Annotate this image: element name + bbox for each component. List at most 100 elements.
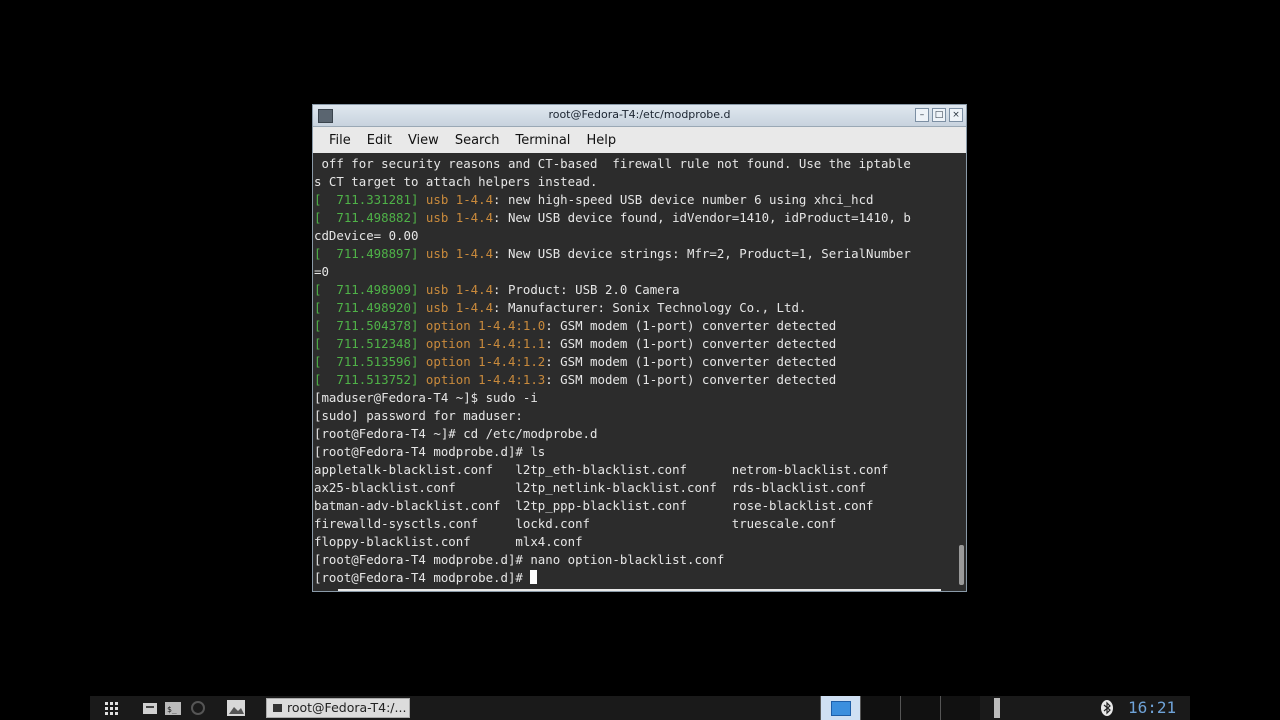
svg-text:$_: $_ bbox=[167, 705, 177, 714]
terminal-line: [ 711.513752] option 1-4.4:1.3: GSM mode… bbox=[314, 371, 954, 389]
terminal-text: [ 711.504378] bbox=[314, 318, 426, 333]
terminal-text: firewalld-sysctls.conf lockd.conf truesc… bbox=[314, 516, 837, 531]
menu-terminal[interactable]: Terminal bbox=[507, 133, 578, 148]
terminal-text: usb 1-4.4 bbox=[425, 210, 494, 225]
terminal-text: [ 711.331281] bbox=[314, 192, 426, 207]
terminal-text: [ 711.498920] bbox=[314, 300, 426, 315]
terminal-text: option 1-4.4:1.0 bbox=[425, 318, 546, 333]
terminal-text: [root@Fedora-T4 modprobe.d]# ls bbox=[314, 444, 546, 459]
menu-view[interactable]: View bbox=[400, 133, 447, 148]
terminal-text: [ 711.498909] bbox=[314, 282, 426, 297]
terminal-text: [root@Fedora-T4 modprobe.d]# bbox=[314, 570, 531, 585]
taskbar: $_ root@Fedora-T4:/... 16:21 bbox=[90, 696, 1190, 720]
workspace-3[interactable] bbox=[900, 696, 940, 720]
terminal-text: option 1-4.4:1.3 bbox=[425, 372, 546, 387]
terminal-text: usb 1-4.4 bbox=[425, 300, 494, 315]
close-button[interactable]: × bbox=[949, 108, 963, 122]
menu-edit[interactable]: Edit bbox=[359, 133, 400, 148]
terminal-text: usb 1-4.4 bbox=[425, 282, 494, 297]
terminal-text: [root@Fedora-T4 modprobe.d]# nano option… bbox=[314, 552, 725, 567]
terminal-text: : New USB device found, idVendor=1410, i… bbox=[493, 210, 911, 225]
terminal-task-icon bbox=[273, 704, 282, 712]
menu-search[interactable]: Search bbox=[447, 133, 508, 148]
terminal-text: [ 711.498882] bbox=[314, 210, 426, 225]
clock[interactable]: 16:21 bbox=[1128, 698, 1176, 717]
terminal-text: batman-adv-blacklist.conf l2tp_ppp-black… bbox=[314, 498, 874, 513]
workspace-2[interactable] bbox=[860, 696, 900, 720]
terminal-text: [ 711.512348] bbox=[314, 336, 426, 351]
terminal-text: [sudo] password for maduser: bbox=[314, 408, 523, 423]
menu-bar: File Edit View Search Terminal Help bbox=[313, 127, 966, 153]
terminal-line: firewalld-sysctls.conf lockd.conf truesc… bbox=[314, 515, 954, 533]
taskbar-item-label: root@Fedora-T4:/... bbox=[287, 700, 407, 715]
terminal-text: : New USB device strings: Mfr=2, Product… bbox=[493, 246, 911, 261]
taskbar-separator bbox=[994, 698, 1000, 718]
terminal-text: off for security reasons and CT-based fi… bbox=[314, 156, 911, 171]
scrollbar-thumb[interactable] bbox=[959, 545, 964, 585]
terminal-text: : Manufacturer: Sonix Technology Co., Lt… bbox=[493, 300, 807, 315]
browser-icon[interactable] bbox=[190, 696, 206, 720]
terminal-text: cdDevice= 0.00 bbox=[314, 228, 419, 243]
terminal-text: : new high-speed USB device number 6 usi… bbox=[493, 192, 874, 207]
terminal-text: floppy-blacklist.conf mlx4.conf bbox=[314, 534, 583, 549]
terminal-text: : GSM modem (1-port) converter detected bbox=[545, 372, 837, 387]
terminal-line: s CT target to attach helpers instead. bbox=[314, 173, 954, 191]
terminal-text: option 1-4.4:1.2 bbox=[425, 354, 546, 369]
terminal-line: [root@Fedora-T4 modprobe.d]# nano option… bbox=[314, 551, 954, 569]
file-manager-icon[interactable] bbox=[142, 696, 158, 720]
terminal-line: [ 711.512348] option 1-4.4:1.1: GSM mode… bbox=[314, 335, 954, 353]
terminal-line: [maduser@Fedora-T4 ~]$ sudo -i bbox=[314, 389, 954, 407]
terminal-output[interactable]: off for security reasons and CT-based fi… bbox=[314, 153, 954, 589]
terminal-text: [root@Fedora-T4 ~]# cd /etc/modprobe.d bbox=[314, 426, 598, 441]
terminal-text: : Product: USB 2.0 Camera bbox=[493, 282, 680, 297]
menu-help[interactable]: Help bbox=[578, 133, 624, 148]
window-title: root@Fedora-T4:/etc/modprobe.d bbox=[548, 108, 731, 121]
terminal-text: : GSM modem (1-port) converter detected bbox=[545, 336, 837, 351]
terminal-line: [ 711.498897] usb 1-4.4: New USB device … bbox=[314, 245, 954, 263]
terminal-line: =0 bbox=[314, 263, 954, 281]
workspace-1[interactable] bbox=[820, 696, 860, 720]
menu-file[interactable]: File bbox=[321, 133, 359, 148]
title-bar[interactable]: root@Fedora-T4:/etc/modprobe.d – □ × bbox=[313, 105, 966, 127]
app-grid-icon[interactable] bbox=[104, 696, 120, 720]
terminal-text: [ 711.513752] bbox=[314, 372, 426, 387]
maximize-button[interactable]: □ bbox=[932, 108, 946, 122]
taskbar-item-terminal[interactable]: root@Fedora-T4:/... bbox=[266, 698, 410, 718]
terminal-text: =0 bbox=[314, 264, 329, 279]
terminal-window[interactable]: root@Fedora-T4:/etc/modprobe.d – □ × Fil… bbox=[312, 104, 967, 592]
terminal-line: [ 711.331281] usb 1-4.4: new high-speed … bbox=[314, 191, 954, 209]
terminal-text: : GSM modem (1-port) converter detected bbox=[545, 318, 837, 333]
terminal-launcher-icon[interactable]: $_ bbox=[165, 696, 181, 720]
terminal-line: ax25-blacklist.conf l2tp_netlink-blackli… bbox=[314, 479, 954, 497]
terminal-text: [ 711.498897] bbox=[314, 246, 426, 261]
terminal-line: [ 711.504378] option 1-4.4:1.0: GSM mode… bbox=[314, 317, 954, 335]
terminal-line: [root@Fedora-T4 ~]# cd /etc/modprobe.d bbox=[314, 425, 954, 443]
terminal-line: [ 711.498920] usb 1-4.4: Manufacturer: S… bbox=[314, 299, 954, 317]
terminal-text: option 1-4.4:1.1 bbox=[425, 336, 546, 351]
terminal-line: [ 711.513596] option 1-4.4:1.2: GSM mode… bbox=[314, 353, 954, 371]
image-viewer-icon[interactable] bbox=[226, 696, 246, 720]
terminal-text: usb 1-4.4 bbox=[425, 246, 494, 261]
terminal-text: usb 1-4.4 bbox=[425, 192, 494, 207]
terminal-text: [maduser@Fedora-T4 ~]$ sudo -i bbox=[314, 390, 538, 405]
workspace-4[interactable] bbox=[940, 696, 980, 720]
terminal-line: [sudo] password for maduser: bbox=[314, 407, 954, 425]
terminal-line: [root@Fedora-T4 modprobe.d]# bbox=[314, 569, 954, 587]
terminal-text: [ 711.513596] bbox=[314, 354, 426, 369]
minimize-button[interactable]: – bbox=[915, 108, 929, 122]
terminal-line: [root@Fedora-T4 modprobe.d]# ls bbox=[314, 443, 954, 461]
terminal-text: ax25-blacklist.conf l2tp_netlink-blackli… bbox=[314, 480, 867, 495]
bluetooth-icon[interactable] bbox=[1100, 696, 1114, 720]
window-bottom-edge bbox=[338, 589, 941, 591]
terminal-text: s CT target to attach helpers instead. bbox=[314, 174, 598, 189]
terminal-line: off for security reasons and CT-based fi… bbox=[314, 155, 954, 173]
terminal-line: [ 711.498882] usb 1-4.4: New USB device … bbox=[314, 209, 954, 227]
terminal-line: batman-adv-blacklist.conf l2tp_ppp-black… bbox=[314, 497, 954, 515]
terminal-text: appletalk-blacklist.conf l2tp_eth-blackl… bbox=[314, 462, 889, 477]
terminal-line: floppy-blacklist.conf mlx4.conf bbox=[314, 533, 954, 551]
terminal-line: cdDevice= 0.00 bbox=[314, 227, 954, 245]
text-cursor bbox=[530, 570, 538, 584]
terminal-line: [ 711.498909] usb 1-4.4: Product: USB 2.… bbox=[314, 281, 954, 299]
terminal-text: : GSM modem (1-port) converter detected bbox=[545, 354, 837, 369]
terminal-line: appletalk-blacklist.conf l2tp_eth-blackl… bbox=[314, 461, 954, 479]
